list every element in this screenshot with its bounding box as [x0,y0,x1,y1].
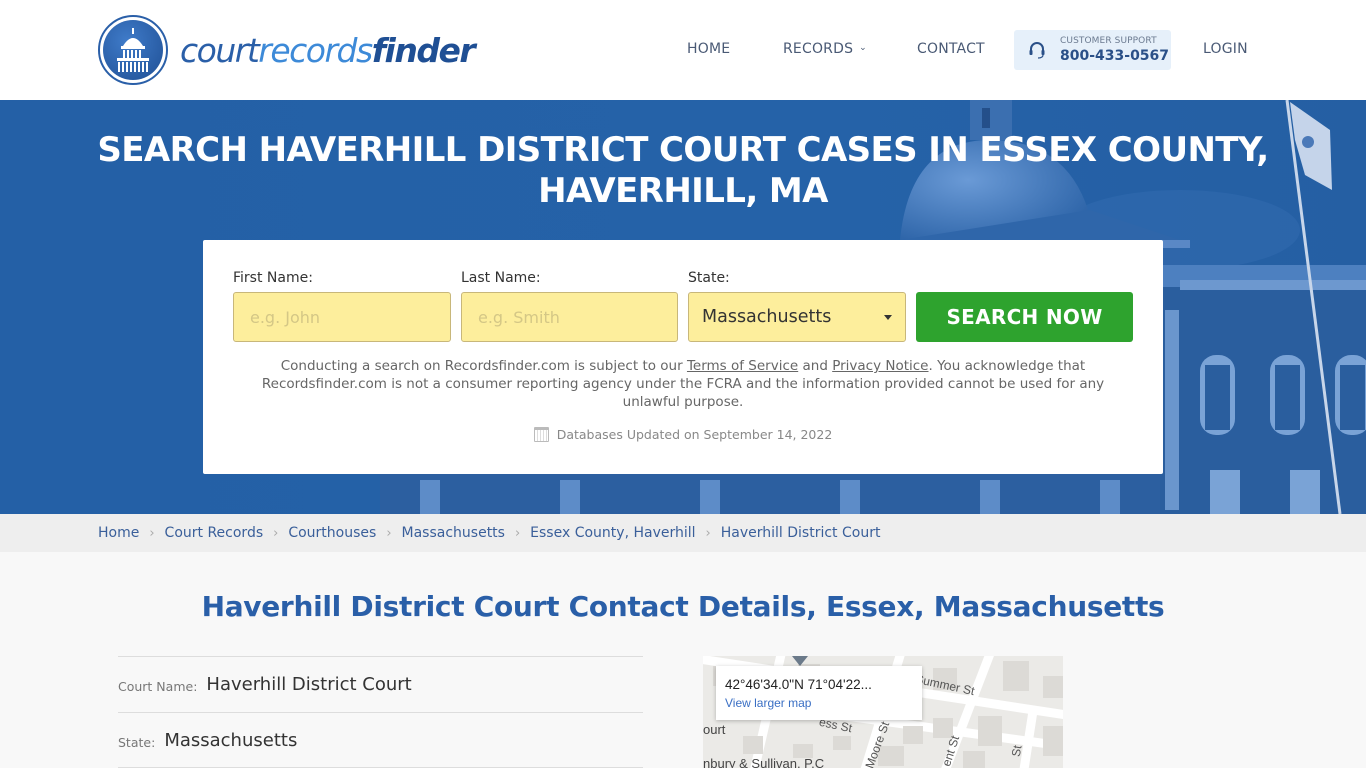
breadcrumb-court-records[interactable]: Court Records [165,525,264,541]
site-header: courtrecordsfinder HOME RECORDS ⌄ CONTAC… [0,0,1366,100]
state-select-value: Massachusetts [702,307,832,327]
hero-title: SEARCH HAVERHILL DISTRICT COURT CASES IN… [0,130,1366,212]
hero-banner: SEARCH HAVERHILL DISTRICT COURT CASES IN… [0,100,1366,514]
chevron-right-icon: › [514,525,521,541]
nav-login[interactable]: LOGIN [1203,41,1248,57]
map-place-label: ourt [703,722,726,737]
privacy-notice-link[interactable]: Privacy Notice [832,358,928,374]
breadcrumb-home[interactable]: Home [98,525,139,541]
breadcrumb-essex-county[interactable]: Essex County, Haverhill [530,525,695,541]
detail-row-court-name: Court Name: Haverhill District Court [118,656,643,712]
map-info-popup: 42°46'34.0"N 71°04'22... View larger map [716,666,922,720]
breadcrumb-current[interactable]: Haverhill District Court [721,525,881,541]
first-name-input[interactable] [250,293,450,341]
court-details-list: Court Name: Haverhill District Court Sta… [118,656,643,768]
database-updated-text: Databases Updated on September 14, 2022 [556,427,833,442]
hero-title-line2: HAVERHILL, MA [538,171,828,211]
map-street-label: St [1008,744,1025,758]
logo-court: court [180,30,260,70]
chevron-down-icon: ⌄ [859,43,867,53]
nav-contact[interactable]: CONTACT [917,41,985,57]
breadcrumb-massachusetts[interactable]: Massachusetts [402,525,505,541]
site-logo[interactable]: courtrecordsfinder [98,15,476,85]
logo-records: records [258,30,373,70]
detail-row-state: State: Massachusetts [118,712,643,768]
nav-home[interactable]: HOME [687,41,730,57]
detail-label: State: [118,734,156,750]
detail-value: Haverhill District Court [206,674,412,695]
last-name-field-wrapper [461,292,678,342]
support-label: CUSTOMER SUPPORT [1060,36,1157,46]
customer-support-button[interactable]: CUSTOMER SUPPORT 800-433-0567 [1014,30,1171,70]
breadcrumb-courthouses[interactable]: Courthouses [288,525,376,541]
last-name-input[interactable] [478,293,677,341]
logo-finder: finder [371,30,476,70]
location-map[interactable]: 42°46'34.0"N 71°04'22... View larger map… [703,656,1063,768]
disclaimer-text-1: Conducting a search on Recordsfinder.com… [280,358,687,374]
nav-records[interactable]: RECORDS ⌄ [783,41,867,57]
hero-title-line1: SEARCH HAVERHILL DISTRICT COURT CASES IN… [97,130,1269,170]
detail-label: Court Name: [118,679,198,694]
chevron-right-icon: › [705,525,711,541]
map-coordinates: 42°46'34.0"N 71°04'22... [725,677,872,692]
nav-records-label: RECORDS [783,41,854,57]
dropdown-caret-icon [884,315,892,320]
first-name-label: First Name: [233,270,313,286]
first-name-field-wrapper [233,292,451,342]
chevron-right-icon: › [273,525,279,541]
state-select[interactable]: Massachusetts [688,292,906,342]
search-form-card: First Name: Last Name: State: Massachuse… [203,240,1163,474]
capitol-logo-icon [98,15,168,85]
logo-wordmark: courtrecordsfinder [180,30,476,70]
map-place-label: nbury & Sullivan, P.C [703,756,825,768]
page-title: Haverhill District Court Contact Details… [201,590,1165,623]
calendar-icon [533,427,549,442]
breadcrumb: Home › Court Records › Courthouses › Mas… [98,514,880,552]
terms-of-service-link[interactable]: Terms of Service [687,358,798,374]
search-now-button[interactable]: SEARCH NOW [916,292,1133,342]
breadcrumb-bar: Home › Court Records › Courthouses › Mas… [0,514,1366,552]
state-label: State: [688,270,730,286]
headset-icon [1028,41,1046,59]
database-updated-note: Databases Updated on September 14, 2022 [203,427,1163,442]
chevron-right-icon: › [386,525,392,541]
last-name-label: Last Name: [461,270,541,286]
chevron-right-icon: › [149,525,155,541]
detail-value: Massachusetts [164,729,298,751]
search-disclaimer: Conducting a search on Recordsfinder.com… [243,357,1123,411]
view-larger-map-link[interactable]: View larger map [725,696,811,710]
disclaimer-text-2: and [798,358,833,374]
support-phone: 800-433-0567 [1060,48,1170,64]
